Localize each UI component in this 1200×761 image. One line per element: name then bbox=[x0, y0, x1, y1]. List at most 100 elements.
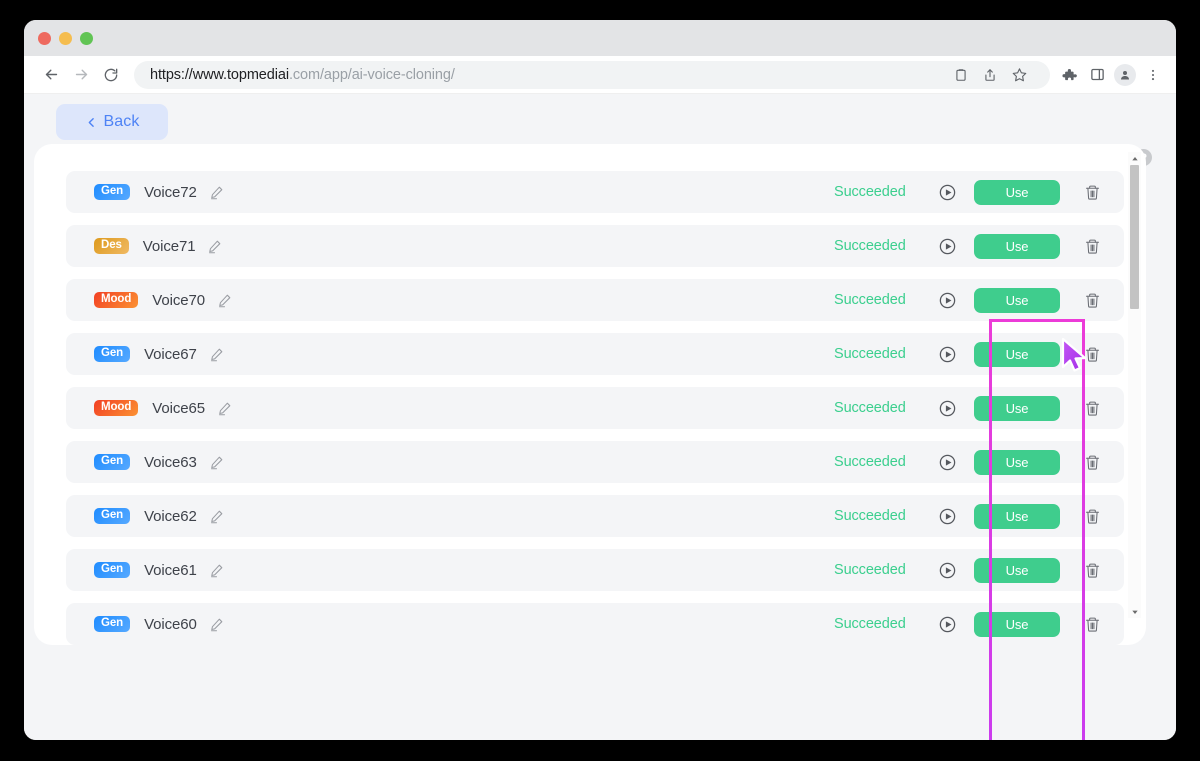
play-icon[interactable] bbox=[938, 291, 957, 310]
use-button[interactable]: Use bbox=[974, 179, 1060, 205]
play-icon[interactable] bbox=[938, 183, 957, 202]
trash-icon[interactable] bbox=[1084, 184, 1101, 201]
window-close-button[interactable] bbox=[38, 31, 51, 45]
voices-card: Gen Voice72 Succeeded Use Des Voice71 Succeede… bbox=[34, 144, 1146, 645]
url-domain: https://www.topmediai bbox=[150, 66, 289, 83]
voice-type-badge: Gen bbox=[94, 507, 131, 525]
use-button[interactable]: Use bbox=[974, 503, 1060, 529]
back-button-label: Back bbox=[103, 113, 140, 130]
use-button[interactable]: Use bbox=[974, 233, 1060, 259]
edit-pencil-icon[interactable] bbox=[209, 509, 224, 524]
voice-status: Succeeded bbox=[834, 400, 906, 416]
edit-pencil-icon[interactable] bbox=[207, 239, 222, 254]
scroll-down-arrow-icon[interactable] bbox=[1128, 605, 1141, 618]
trash-icon[interactable] bbox=[1084, 400, 1101, 417]
browser-toolbar: https://www.topmediai.com/app/ai-voice-c… bbox=[24, 56, 1176, 94]
window-maximize-button[interactable] bbox=[80, 31, 93, 45]
voice-status: Succeeded bbox=[834, 562, 906, 578]
arrow-left-icon[interactable] bbox=[36, 60, 66, 90]
chevron-left-icon bbox=[85, 116, 98, 129]
voice-type-badge: Gen bbox=[94, 453, 131, 471]
use-button[interactable]: Use bbox=[974, 395, 1060, 421]
voice-type-badge: Mood bbox=[94, 291, 139, 309]
voice-type-badge: Gen bbox=[94, 345, 131, 363]
reload-icon[interactable] bbox=[96, 60, 126, 90]
toolbar-right-actions bbox=[1056, 62, 1166, 88]
play-icon[interactable] bbox=[938, 615, 957, 634]
browser-window: https://www.topmediai.com/app/ai-voice-c… bbox=[24, 20, 1176, 740]
voice-row: Gen Voice61 Succeeded Use bbox=[66, 549, 1124, 591]
voices-list: Gen Voice72 Succeeded Use Des Voice71 Succeede… bbox=[34, 144, 1146, 645]
profile-avatar[interactable] bbox=[1112, 62, 1138, 88]
trash-icon[interactable] bbox=[1084, 454, 1101, 471]
edit-pencil-icon[interactable] bbox=[209, 455, 224, 470]
bookmark-star-icon[interactable] bbox=[1006, 62, 1032, 88]
voice-name: Voice63 bbox=[144, 453, 197, 471]
use-button[interactable]: Use bbox=[974, 449, 1060, 475]
voice-name: Voice72 bbox=[144, 183, 197, 201]
address-bar[interactable]: https://www.topmediai.com/app/ai-voice-c… bbox=[134, 60, 1050, 89]
edit-pencil-icon[interactable] bbox=[209, 347, 224, 362]
voice-name: Voice71 bbox=[142, 237, 196, 255]
voice-name: Voice65 bbox=[152, 399, 205, 417]
voice-name: Voice70 bbox=[152, 291, 205, 309]
voice-row: Gen Voice67 Succeeded Use bbox=[66, 333, 1124, 375]
voice-name: Voice61 bbox=[144, 561, 197, 579]
scrollbar-thumb[interactable] bbox=[1130, 165, 1139, 309]
use-button[interactable]: Use bbox=[974, 287, 1060, 313]
scrollbar-track[interactable] bbox=[1128, 165, 1141, 605]
url-text: https://www.topmediai.com/app/ai-voice-c… bbox=[150, 67, 455, 83]
edit-pencil-icon[interactable] bbox=[209, 563, 224, 578]
trash-icon[interactable] bbox=[1084, 346, 1101, 363]
play-icon[interactable] bbox=[938, 345, 957, 364]
page-content: Back My Voices Remaining clones:0 ? GenV… bbox=[24, 94, 1176, 740]
trash-icon[interactable] bbox=[1084, 508, 1101, 525]
voice-type-badge: Gen bbox=[94, 183, 131, 201]
clipboard-icon[interactable] bbox=[948, 62, 974, 88]
play-icon[interactable] bbox=[938, 453, 957, 472]
edit-pencil-icon[interactable] bbox=[217, 401, 232, 416]
browser-title-bar bbox=[24, 20, 1176, 56]
play-icon[interactable] bbox=[938, 237, 957, 256]
voice-name: Voice67 bbox=[144, 345, 197, 363]
back-button[interactable]: Back bbox=[56, 104, 168, 140]
extensions-puzzle-icon[interactable] bbox=[1056, 62, 1082, 88]
edit-pencil-icon[interactable] bbox=[209, 185, 224, 200]
three-dot-menu-icon[interactable] bbox=[1140, 62, 1166, 88]
voice-status: Succeeded bbox=[834, 184, 906, 200]
window-minimize-button[interactable] bbox=[59, 31, 72, 45]
share-icon[interactable] bbox=[977, 62, 1003, 88]
trash-icon[interactable] bbox=[1084, 616, 1101, 633]
voice-name: Voice60 bbox=[144, 615, 197, 633]
edit-pencil-icon[interactable] bbox=[217, 293, 232, 308]
voice-type-badge: Gen bbox=[94, 615, 131, 633]
play-icon[interactable] bbox=[938, 507, 957, 526]
play-icon[interactable] bbox=[938, 561, 957, 580]
voice-status: Succeeded bbox=[834, 508, 906, 524]
trash-icon[interactable] bbox=[1084, 292, 1101, 309]
voice-row: Mood Voice70 Succeeded Use bbox=[66, 279, 1124, 321]
voice-status: Succeeded bbox=[834, 454, 906, 470]
scroll-up-arrow-icon[interactable] bbox=[1128, 152, 1141, 165]
side-panel-icon[interactable] bbox=[1084, 62, 1110, 88]
voice-row: Gen Voice72 Succeeded Use bbox=[66, 171, 1124, 213]
trash-icon[interactable] bbox=[1084, 562, 1101, 579]
url-path: .com/app/ai-voice-cloning/ bbox=[288, 66, 455, 83]
use-button[interactable]: Use bbox=[974, 611, 1060, 637]
use-button[interactable]: Use bbox=[974, 557, 1060, 583]
voice-row: Gen Voice60 Succeeded Use bbox=[66, 603, 1124, 645]
voice-status: Succeeded bbox=[834, 616, 906, 632]
voice-status: Succeeded bbox=[834, 292, 906, 308]
voice-row: Gen Voice63 Succeeded Use bbox=[66, 441, 1124, 483]
voice-type-badge: Mood bbox=[94, 399, 139, 417]
play-icon[interactable] bbox=[938, 399, 957, 418]
address-bar-actions bbox=[948, 62, 1034, 88]
avatar bbox=[1114, 63, 1136, 86]
trash-icon[interactable] bbox=[1084, 238, 1101, 255]
voices-scrollbar[interactable] bbox=[1128, 152, 1141, 618]
edit-pencil-icon[interactable] bbox=[209, 617, 224, 632]
voice-type-badge: Des bbox=[94, 237, 129, 255]
use-button[interactable]: Use bbox=[974, 341, 1060, 367]
voice-name: Voice62 bbox=[144, 507, 197, 525]
arrow-right-icon[interactable] bbox=[66, 60, 96, 90]
